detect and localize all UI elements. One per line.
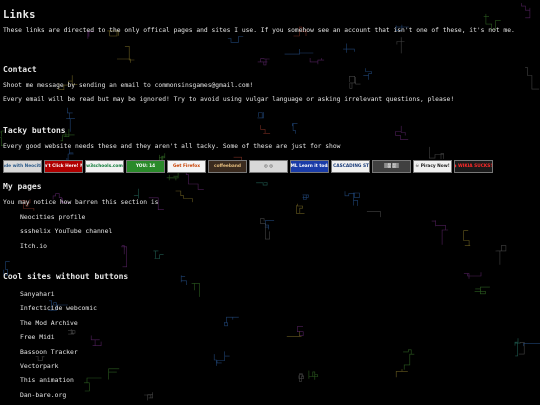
link-youtube-channel[interactable]: ssshelix YouTube channel (20, 227, 112, 235)
fractal-squiggle (166, 173, 179, 181)
list-item: Vectorpark (20, 362, 97, 376)
wikia-sucks-button[interactable]: ● WIKIA SUCKS!! (454, 160, 493, 173)
fractal-squiggle (121, 245, 127, 268)
fractal-squiggle (297, 326, 304, 336)
fractal-squiggle (256, 182, 268, 186)
fractal-squiggle (144, 392, 153, 401)
fractal-squiggle (224, 316, 239, 327)
list-item: Bassoon Tracker (20, 348, 97, 362)
fractal-squiggle (257, 112, 264, 119)
coffeeband-button[interactable]: coffeeband (208, 160, 247, 173)
list-item: ssshelix YouTube channel (20, 227, 112, 241)
contact-notice-text: Every email will be read but may be igno… (3, 96, 455, 103)
list-item: Free Midi (20, 333, 97, 347)
fractal-squiggle (495, 245, 507, 265)
fractal-squiggle (180, 275, 187, 285)
fractal-squiggle (213, 351, 230, 366)
fractal-squiggle (298, 373, 304, 382)
my-pages-text: You may notice how barren this section i… (3, 199, 159, 206)
list-item: Neocities profile (20, 213, 112, 227)
link-free-midi[interactable]: Free Midi (20, 333, 55, 341)
made-with-css-button[interactable]: MADE WITH CASCADING STYLE SHEETS (331, 160, 370, 173)
fractal-squiggle (108, 368, 120, 380)
intro-text: These links are directed to the only off… (3, 27, 515, 34)
fractal-squiggle (403, 349, 415, 370)
fractal-squiggle (260, 218, 270, 240)
link-bassoon-tracker[interactable]: Bassoon Tracker (20, 348, 78, 356)
my-pages-heading: My pages (3, 182, 42, 191)
eye-button[interactable]: ◎ ◎ (249, 160, 288, 173)
fractal-squiggle (363, 68, 372, 80)
tacky-buttons-row: Made with NeocitiesDon't Click Here! NO!… (3, 160, 493, 173)
w3schools-button[interactable]: w3schools.com (85, 160, 124, 173)
fractal-squiggle (396, 37, 405, 54)
link-vectorpark[interactable]: Vectorpark (20, 362, 58, 370)
list-item: This animation (20, 376, 97, 390)
pixel-art-button[interactable]: ▒▓ ▓▒ (372, 160, 411, 173)
fractal-squiggle (514, 338, 521, 357)
html-learn-it-button[interactable]: HTML Learn it today! (290, 160, 329, 173)
tacky-buttons-text: Every good website needs these and they … (3, 143, 341, 150)
fractal-squiggle (395, 125, 409, 140)
link-mod-archive[interactable]: The Mod Archive (20, 319, 78, 327)
my-pages-list: Neocities profile ssshelix YouTube chann… (20, 213, 112, 256)
fractal-squiggle (264, 220, 275, 230)
fractal-squiggle (308, 370, 319, 380)
cool-sites-heading: Cool sites without buttons (3, 272, 129, 281)
link-neocities-profile[interactable]: Neocities profile (20, 213, 85, 221)
link-sanyahari[interactable]: Sanyahari (20, 290, 55, 298)
fractal-squiggle (309, 58, 325, 65)
dont-click-here-button[interactable]: Don't Click Here! NO! (44, 160, 83, 173)
fractal-squiggle (463, 272, 482, 279)
list-item: The Mod Archive (20, 319, 97, 333)
fractal-squiggle (292, 123, 298, 134)
list-item: Itch.io (20, 242, 112, 256)
fractal-squiggle (474, 286, 490, 295)
fractal-squiggle (227, 36, 244, 43)
list-item: Dan-bare.org (20, 391, 97, 405)
fractal-squiggle (523, 343, 540, 347)
fractal-squiggle (343, 43, 355, 53)
fractal-squiggle (66, 107, 75, 132)
link-dan-bare[interactable]: Dan-bare.org (20, 391, 66, 399)
link-itch-io[interactable]: Itch.io (20, 242, 47, 250)
fractal-squiggle (463, 230, 471, 246)
contact-email-text: Shoot me message by sending an email to … (3, 82, 254, 89)
tacky-buttons-heading: Tacky buttons (3, 126, 66, 135)
you-14-button[interactable]: YOU: 14 (126, 160, 165, 173)
fractal-squiggle (117, 46, 135, 63)
piracy-button[interactable]: ☠ Piracy Now! (413, 160, 452, 173)
fractal-squiggle (366, 211, 381, 218)
get-firefox-button[interactable]: Get Firefox (167, 160, 206, 173)
fractal-squiggle (133, 188, 139, 199)
fractal-squiggle (284, 49, 314, 55)
fractal-squiggle (521, 3, 531, 19)
fractal-squiggle (191, 283, 200, 297)
fractal-squiggle (153, 250, 164, 259)
link-infecticide[interactable]: Infecticide webcomic (20, 304, 97, 312)
made-with-neocities-button[interactable]: Made with Neocities (3, 160, 42, 173)
cool-sites-list: Sanyahari Infecticide webcomic The Mod A… (20, 290, 97, 405)
contact-heading: Contact (3, 65, 37, 74)
fractal-squiggle (260, 125, 271, 134)
link-this-animation[interactable]: This animation (20, 376, 74, 384)
page-title: Links (3, 9, 36, 21)
list-item: Infecticide webcomic (20, 304, 97, 318)
fractal-squiggle (431, 220, 449, 245)
fractal-squiggle (257, 58, 270, 66)
fractal-squiggle (395, 369, 408, 378)
list-item: Sanyahari (20, 290, 97, 304)
